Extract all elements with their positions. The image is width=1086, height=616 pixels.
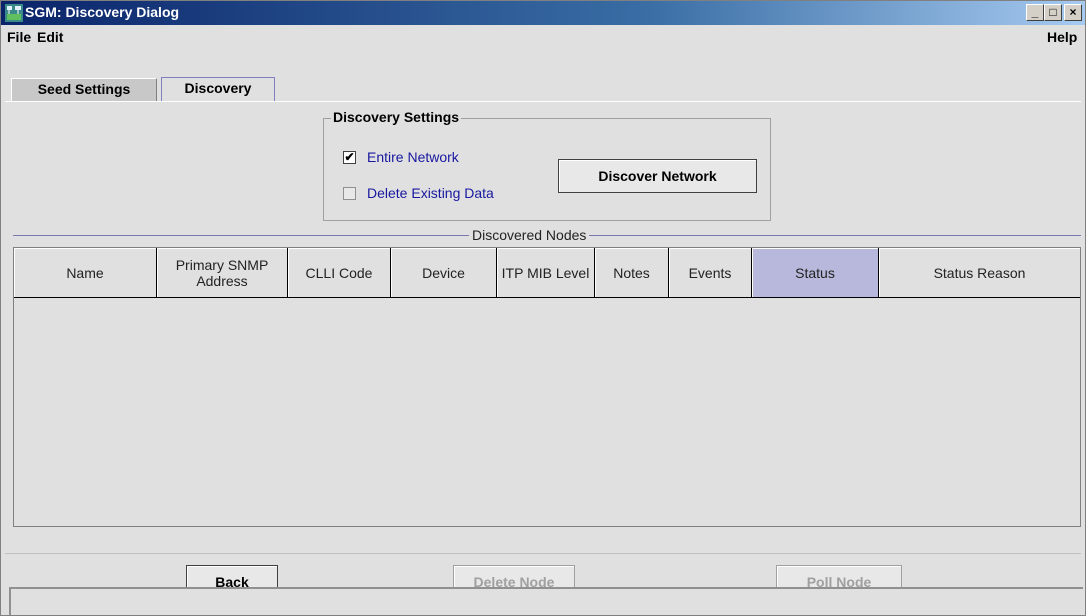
column-header-events[interactable]: Events	[669, 248, 752, 298]
tab-panel-divider	[5, 101, 1081, 102]
menu-bar: File Edit Help	[1, 25, 1085, 49]
column-header-name[interactable]: Name	[14, 248, 157, 298]
column-header-clli-code[interactable]: CLLI Code	[288, 248, 391, 298]
column-header-status-reason[interactable]: Status Reason	[879, 248, 1080, 298]
column-header-status[interactable]: Status	[752, 248, 879, 298]
status-bar	[9, 587, 1083, 615]
column-header-notes[interactable]: Notes	[595, 248, 669, 298]
discovery-dialog-window: SGM: Discovery Dialog _ □ × File Edit He…	[0, 0, 1086, 616]
close-button[interactable]: ×	[1064, 4, 1082, 21]
menu-help[interactable]: Help	[1047, 29, 1077, 45]
window-title: SGM: Discovery Dialog	[25, 4, 180, 20]
menu-edit[interactable]: Edit	[37, 29, 63, 45]
column-header-device[interactable]: Device	[391, 248, 497, 298]
title-bar[interactable]: SGM: Discovery Dialog _ □ ×	[1, 1, 1085, 25]
menu-file[interactable]: File	[7, 29, 31, 45]
maximize-button[interactable]: □	[1044, 4, 1062, 21]
discover-network-button[interactable]: Discover Network	[558, 159, 757, 193]
delete-existing-data-label: Delete Existing Data	[367, 185, 494, 201]
discovery-settings-title: Discovery Settings	[331, 109, 462, 125]
checkbox-unchecked-icon[interactable]	[343, 187, 356, 200]
button-row-divider	[5, 553, 1081, 554]
app-network-icon	[5, 4, 23, 22]
column-header-itp-mib-level[interactable]: ITP MIB Level	[497, 248, 595, 298]
column-header-primary-snmp-address[interactable]: Primary SNMP Address	[157, 248, 288, 298]
tab-discovery[interactable]: Discovery	[161, 77, 275, 102]
tab-seed-settings[interactable]: Seed Settings	[11, 78, 157, 101]
entire-network-label: Entire Network	[367, 149, 459, 165]
checkbox-checked-icon[interactable]: ✔	[343, 151, 356, 164]
discovered-nodes-table[interactable]: Name Primary SNMP Address CLLI Code Devi…	[13, 247, 1081, 527]
discovered-nodes-title: Discovered Nodes	[469, 227, 590, 243]
minimize-button[interactable]: _	[1026, 4, 1044, 21]
